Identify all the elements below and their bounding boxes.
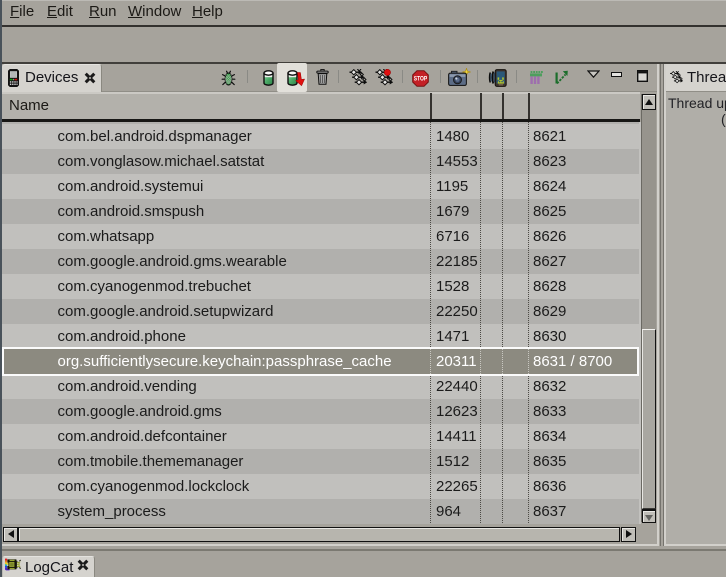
svg-text:STOP: STOP <box>414 77 428 83</box>
